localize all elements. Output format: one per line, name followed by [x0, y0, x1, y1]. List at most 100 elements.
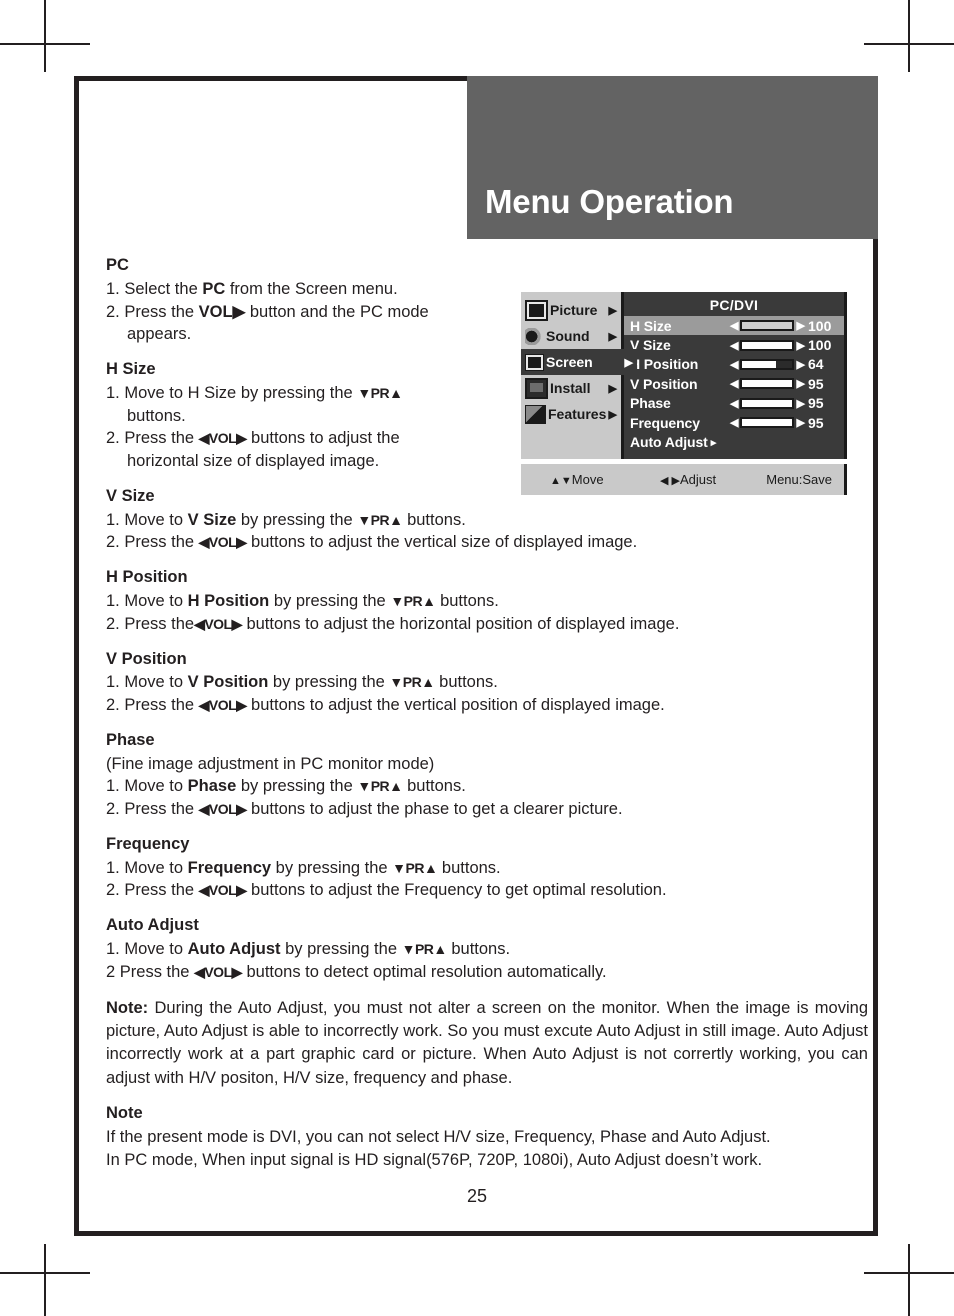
triangle-left-icon[interactable]: ◀ [730, 377, 738, 390]
pc-step-2-post: button and the PC mode [245, 302, 429, 321]
note-2-line-2: In PC mode, When input signal is HD sign… [106, 1150, 763, 1169]
osd-row-value: 95 [808, 414, 824, 431]
note-block-dvi: Note If the present mode is DVI, you can… [106, 1103, 868, 1171]
triangle-right-icon[interactable]: ▶ [797, 416, 805, 429]
freq-step-2-pre: Press the [124, 881, 199, 900]
osd-sidebar: Picture ▶ Sound ▶ Screen ▶ Install ▶ Fea… [521, 292, 637, 459]
osd-sidebar-item-install[interactable]: Install ▶ [521, 375, 621, 401]
triangle-left-icon[interactable]: ◀ [730, 319, 738, 332]
crop-mark-bottom-left-vertical [44, 1244, 46, 1316]
section-heading-v-position: V Position [106, 649, 187, 668]
osd-row-v-size[interactable]: V Size ◀ ▶ 100 [624, 335, 844, 354]
osd-row-h-size[interactable]: H Size ◀ ▶ 100 [624, 316, 844, 336]
hsize-step-1-cont: buttons. [127, 406, 186, 425]
sound-icon [525, 327, 544, 345]
phase-step-1-glyph: ▼PR▲ [357, 778, 403, 795]
osd-slider-v-position[interactable] [740, 378, 794, 390]
section-frequency: Frequency 1. Move to Frequency by pressi… [106, 834, 868, 902]
crop-mark-bottom-left-horizontal [0, 1272, 90, 1274]
phase-step-1-mid: by pressing the [236, 777, 358, 796]
pc-step-2-num: 2. [106, 302, 120, 321]
vsize-step-1-glyph: ▼PR▲ [357, 511, 403, 528]
osd-slider-v-size[interactable] [740, 339, 794, 351]
vsize-step-1-num: 1. [106, 510, 120, 529]
vpos-step-2: 2. Press the ◀VOL▶ buttons to adjust the… [106, 694, 868, 717]
vpos-step-2-num: 2. [106, 696, 120, 715]
hsize-step-2: 2. Press the ◀VOL▶ buttons to adjust the [106, 427, 526, 450]
triangle-right-icon[interactable]: ▶ [797, 377, 805, 390]
crop-mark-bottom-right-vertical [908, 1244, 910, 1316]
install-icon [525, 377, 548, 399]
osd-row-label: H Size [630, 317, 672, 334]
osd-row-value: 95 [808, 375, 824, 392]
auto-step-1: 1. Move to Auto Adjust by pressing the ▼… [106, 938, 868, 961]
freq-step-1: 1. Move to Frequency by pressing the ▼PR… [106, 857, 868, 880]
osd-sidebar-label-picture: Picture [550, 302, 598, 318]
phase-step-1-pre: Move to [124, 777, 188, 796]
pc-step-1: 1. Select the PC from the Screen menu. [106, 278, 526, 301]
triangle-right-icon[interactable]: ▶ [797, 339, 805, 352]
osd-panel: PC/DVI H Size ◀ ▶ 100 V Size ◀ ▶ 100 H P… [624, 292, 847, 459]
vsize-step-2-glyph: ◀VOL▶ [198, 534, 247, 551]
chevron-right-icon: ▶ [608, 304, 617, 317]
osd-row-frequency[interactable]: Frequency ◀ ▶ 95 [624, 413, 844, 432]
freq-step-2-num: 2. [106, 881, 120, 900]
hpos-step-1-mid: by pressing the [269, 592, 391, 611]
triangle-right-icon[interactable]: ▶ [797, 319, 805, 332]
vsize-step-2-post: buttons to adjust the vertical size of d… [246, 533, 638, 552]
vpos-step-1-mid: by pressing the [268, 673, 390, 692]
hsize-step-2-glyph: ◀VOL▶ [198, 430, 247, 447]
hpos-step-1: 1. Move to H Position by pressing the ▼P… [106, 590, 868, 613]
auto-step-1-mid: by pressing the [280, 940, 402, 959]
osd-sidebar-item-features[interactable]: Features ▶ [521, 401, 621, 427]
osd-sidebar-item-picture[interactable]: Picture ▶ [521, 297, 621, 323]
osd-row-value: 100 [808, 317, 832, 334]
osd-slider-phase[interactable] [740, 397, 794, 409]
phase-step-2-pre: Press the [124, 800, 199, 819]
freq-step-1-num: 1. [106, 858, 120, 877]
hsize-step-1-num: 1. [106, 383, 120, 402]
triangle-right-icon[interactable]: ▸ [711, 436, 717, 449]
triangle-right-icon[interactable]: ▶ [797, 358, 805, 371]
osd-sidebar-item-sound[interactable]: Sound ▶ [521, 323, 621, 349]
osd-row-phase[interactable]: Phase ◀ ▶ 95 [624, 394, 844, 413]
section-v-position: V Position 1. Move to V Position by pres… [106, 649, 868, 717]
osd-slider-h-size[interactable] [740, 320, 794, 332]
osd-main-area: Picture ▶ Sound ▶ Screen ▶ Install ▶ Fea… [521, 292, 847, 459]
osd-row-v-position[interactable]: V Position ◀ ▶ 95 [624, 374, 844, 393]
hpos-step-1-glyph: ▼PR▲ [390, 593, 436, 610]
osd-slider-frequency[interactable] [740, 417, 794, 429]
osd-footer-save-label: Menu:Save [766, 472, 832, 487]
hsize-step-2-pre: Press the [124, 429, 199, 448]
note-2-line-1: If the present mode is DVI, you can not … [106, 1128, 771, 1147]
phase-step-1-post: buttons. [402, 777, 466, 796]
osd-slider-h-position[interactable] [740, 358, 794, 370]
auto-step-2-post: buttons to detect optimal resolution aut… [241, 962, 607, 981]
section-auto-adjust: Auto Adjust 1. Move to Auto Adjust by pr… [106, 915, 868, 983]
osd-sidebar-item-screen[interactable]: Screen ▶ [521, 349, 637, 375]
triangle-right-icon[interactable]: ▶ [797, 397, 805, 410]
freq-step-1-pre: Move to [124, 858, 188, 877]
hsize-step-2-cont: horizontal size of displayed image. [127, 452, 380, 471]
osd-row-h-position[interactable]: H Position ◀ ▶ 64 [624, 355, 844, 374]
pc-step-1-post: from the Screen menu. [225, 279, 398, 298]
auto-step-1-pre: Move to [124, 940, 188, 959]
osd-row-label: Auto Adjust [630, 434, 708, 451]
osd-row-value: 95 [808, 395, 824, 412]
osd-row-auto-adjust[interactable]: Auto Adjust ▸ [624, 432, 844, 451]
hsize-step-1: 1. Move to H Size by pressing the ▼PR▲ [106, 382, 526, 405]
hpos-step-2-pre: Press the [124, 614, 195, 633]
hsize-step-1-pre: Move to H Size by pressing the [124, 383, 358, 402]
hpos-step-2-glyph: ◀VOL▶ [194, 615, 242, 632]
triangle-left-icon[interactable]: ◀ [730, 358, 738, 371]
up-down-arrow-icon: ▲▼ [550, 475, 572, 487]
freq-step-1-post: buttons. [437, 858, 501, 877]
pc-step-1-pre: Select the [124, 279, 203, 298]
triangle-left-icon[interactable]: ◀ [730, 416, 738, 429]
vpos-step-2-pre: Press the [124, 696, 199, 715]
crop-mark-top-left-horizontal [0, 43, 90, 45]
vsize-step-1-bold: V Size [187, 510, 237, 529]
triangle-left-icon[interactable]: ◀ [730, 397, 738, 410]
osd-footer-adjust: ◀ ▶Adjust [660, 472, 716, 487]
triangle-left-icon[interactable]: ◀ [730, 339, 738, 352]
